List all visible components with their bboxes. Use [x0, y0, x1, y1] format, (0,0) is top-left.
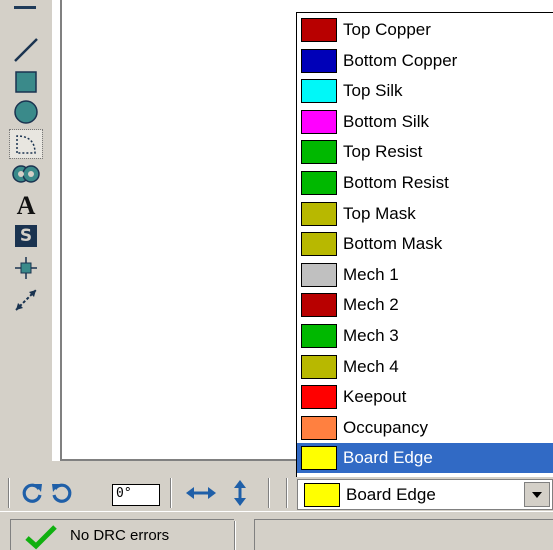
layer-color-swatch — [301, 109, 337, 134]
layer-color-swatch — [301, 79, 337, 104]
flip-horizontal-icon[interactable] — [184, 479, 218, 507]
line-tool-icon[interactable] — [10, 36, 42, 64]
circle-tool-icon[interactable] — [10, 98, 42, 126]
layer-option-label: Top Resist — [343, 142, 423, 162]
layer-option-label: Top Copper — [343, 20, 431, 39]
layer-color-swatch — [301, 415, 337, 440]
layer-color-swatch — [301, 446, 337, 471]
layer-option[interactable]: Mech 1 — [297, 260, 553, 290]
layer-color-swatch — [301, 201, 337, 226]
origin-tool-icon[interactable] — [10, 254, 42, 282]
toolbar-separator — [170, 478, 172, 508]
layer-option-label: Occupancy — [343, 417, 429, 437]
status-separator — [234, 521, 236, 550]
layer-option[interactable]: Top Mask — [297, 199, 553, 229]
layer-dropdown-list: Top Copper Bottom Copper Top Silk Bottom Si… — [296, 12, 553, 477]
pcb-editor-window: A S 0° Board Edge Top Copper Bottom Copp… — [0, 0, 553, 550]
symbol-tool-icon[interactable]: S — [10, 222, 42, 250]
layer-option-label: Bottom Copper — [343, 50, 458, 70]
drc-status-text: No DRC errors — [70, 527, 170, 544]
layer-color-swatch — [301, 232, 337, 257]
layer-select-swatch — [304, 482, 340, 507]
dropdown-arrow-button[interactable] — [524, 482, 550, 507]
pad-tool-icon[interactable] — [10, 160, 42, 188]
rectangle-tool-icon[interactable] — [10, 68, 42, 96]
text-tool-glyph: A — [16, 191, 36, 220]
partial-tool-edge — [14, 0, 36, 9]
layer-option-label: Top Mask — [343, 203, 416, 223]
status-cell-empty — [254, 519, 553, 550]
layer-option[interactable]: Top Resist — [297, 137, 553, 167]
layer-option[interactable]: Bottom Resist — [297, 168, 553, 198]
layer-color-swatch — [301, 262, 337, 287]
layer-option[interactable]: Top Silk — [297, 76, 553, 106]
drc-ok-icon — [24, 524, 58, 550]
layer-option[interactable]: Bottom Silk — [297, 107, 553, 137]
layer-option[interactable]: Keepout — [297, 382, 553, 412]
toolbar-separator — [8, 478, 10, 508]
rotate-cw-icon[interactable] — [18, 479, 46, 507]
layer-option-label: Bottom Silk — [343, 111, 429, 131]
toolbar-separator — [268, 478, 270, 508]
symbol-tool-letter: S — [19, 225, 33, 246]
layer-color-swatch — [301, 171, 337, 195]
flip-vertical-icon[interactable] — [226, 479, 254, 507]
layer-option[interactable]: Mech 2 — [297, 290, 553, 320]
rotate-ccw-icon[interactable] — [48, 479, 76, 507]
layer-color-swatch — [301, 293, 337, 318]
layer-select-value: Board Edge — [346, 484, 436, 504]
layer-option-label: Bottom Mask — [343, 234, 443, 254]
layer-option[interactable]: Top Copper — [297, 15, 553, 45]
chevron-down-icon — [532, 491, 542, 498]
design-canvas[interactable] — [60, 0, 302, 461]
arc-tool-icon[interactable] — [9, 129, 43, 159]
symbol-tool-glyph: S — [15, 225, 37, 247]
text-tool-icon[interactable]: A — [10, 192, 42, 220]
layer-option-label: Board Edge — [343, 448, 433, 468]
layer-option-label: Mech 1 — [343, 264, 399, 284]
layer-option-label: Mech 4 — [343, 356, 399, 376]
measure-tool-icon[interactable] — [10, 286, 42, 314]
layer-option-label: Mech 3 — [343, 326, 399, 345]
layer-color-swatch — [301, 324, 337, 348]
rotation-angle-input[interactable]: 0° — [112, 484, 160, 506]
toolbar-separator — [286, 478, 288, 508]
layer-option-label: Top Silk — [343, 81, 403, 101]
layer-color-swatch — [301, 385, 337, 410]
layer-option[interactable]: Board Edge — [297, 443, 553, 474]
layer-option[interactable]: Mech 4 — [297, 352, 553, 382]
layer-color-swatch — [301, 354, 337, 379]
layer-option-label: Mech 2 — [343, 295, 399, 315]
layer-option[interactable]: Bottom Copper — [297, 46, 553, 76]
layer-color-swatch — [301, 140, 337, 165]
tool-palette: A S — [0, 0, 52, 461]
layer-option[interactable]: Mech 3 — [297, 321, 553, 351]
layer-option[interactable]: Bottom Mask — [297, 229, 553, 259]
layer-color-swatch — [301, 18, 337, 42]
layer-select[interactable]: Board Edge — [297, 479, 553, 510]
layer-option[interactable]: Occupancy — [297, 413, 553, 443]
layer-option-label: Keepout — [343, 387, 407, 407]
layer-color-swatch — [301, 48, 337, 73]
layer-option-label: Bottom Resist — [343, 173, 449, 192]
